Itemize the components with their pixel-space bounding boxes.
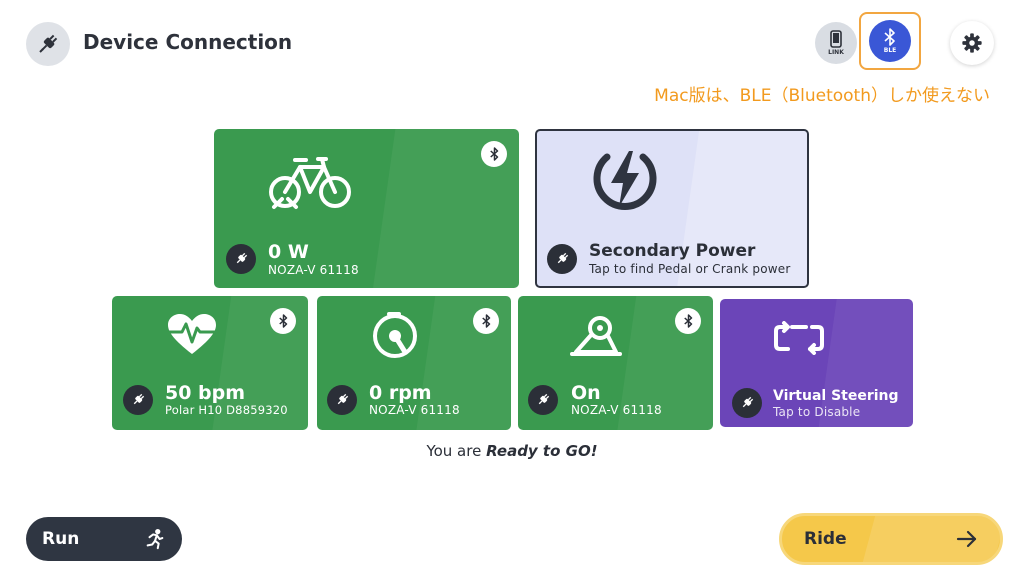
bolt-icon: [593, 151, 657, 210]
bluetooth-badge: [675, 308, 701, 334]
virtual-steering-title: Virtual Steering: [773, 388, 899, 404]
trainer-device: NOZA-V 61118: [571, 403, 662, 417]
page-title: Device Connection: [83, 30, 293, 54]
secondary-power-subtitle: Tap to find Pedal or Crank power: [589, 262, 791, 276]
plug-icon: [732, 388, 762, 418]
secondary-power-title: Secondary Power: [589, 241, 756, 261]
ride-button[interactable]: Ride: [779, 513, 1003, 565]
bluetooth-icon: [683, 314, 692, 328]
ble-mode-highlight: BLE: [859, 12, 921, 70]
annotation-note: Mac版は、BLE（Bluetooth）しか使えない: [654, 86, 990, 106]
plug-icon: [123, 385, 153, 415]
virtual-steering-tile[interactable]: Virtual Steering Tap to Disable: [720, 299, 913, 427]
bluetooth-badge: [473, 308, 499, 334]
crank-icon: [373, 312, 417, 358]
bluetooth-badge: [270, 308, 296, 334]
power-value: 0 W: [268, 241, 309, 263]
heart-rate-device: Polar H10 D8859320: [165, 403, 288, 417]
link-mode-button[interactable]: LINK: [815, 22, 857, 64]
power-device: NOZA-V 61118: [268, 263, 359, 277]
steering-icon: [774, 321, 824, 355]
plug-icon: [226, 244, 256, 274]
trainer-tile[interactable]: On NOZA-V 61118: [518, 296, 713, 430]
plug-icon: [26, 22, 70, 66]
heart-rate-value: 50 bpm: [165, 382, 246, 404]
secondary-power-tile[interactable]: Secondary Power Tap to find Pedal or Cra…: [535, 129, 809, 288]
bluetooth-badge: [481, 141, 507, 167]
run-button[interactable]: Run: [26, 517, 182, 561]
virtual-steering-subtitle: Tap to Disable: [773, 405, 861, 419]
cadence-device: NOZA-V 61118: [369, 403, 460, 417]
cadence-value: 0 rpm: [369, 382, 432, 404]
bluetooth-icon: [884, 28, 895, 46]
bluetooth-icon: [481, 314, 490, 328]
bike-icon: [269, 157, 351, 209]
plug-icon: [327, 385, 357, 415]
ready-status: You are Ready to GO!: [0, 442, 1024, 460]
gear-icon: [962, 33, 982, 53]
cadence-tile[interactable]: 0 rpm NOZA-V 61118: [317, 296, 511, 430]
heart-rate-tile[interactable]: 50 bpm Polar H10 D8859320: [112, 296, 308, 430]
power-tile[interactable]: 0 W NOZA-V 61118: [214, 129, 519, 288]
heart-pulse-icon: [168, 314, 216, 354]
ble-mode-button[interactable]: BLE: [869, 20, 911, 62]
run-button-label: Run: [42, 529, 80, 549]
ready-status-emphasis: Ready to GO!: [486, 442, 598, 460]
plug-icon: [528, 385, 558, 415]
arrow-right-icon: [956, 530, 977, 548]
bluetooth-icon: [489, 147, 498, 161]
settings-button[interactable]: [950, 21, 994, 65]
ble-mode-label: BLE: [883, 47, 897, 54]
runner-icon: [146, 529, 164, 550]
trainer-value: On: [571, 382, 601, 404]
phone-icon: [830, 30, 842, 48]
bluetooth-icon: [278, 314, 287, 328]
ready-status-prefix: You are: [426, 442, 487, 460]
link-mode-label: LINK: [828, 49, 844, 56]
plug-icon: [547, 244, 577, 274]
ride-button-label: Ride: [804, 529, 847, 549]
trainer-icon: [570, 316, 622, 356]
